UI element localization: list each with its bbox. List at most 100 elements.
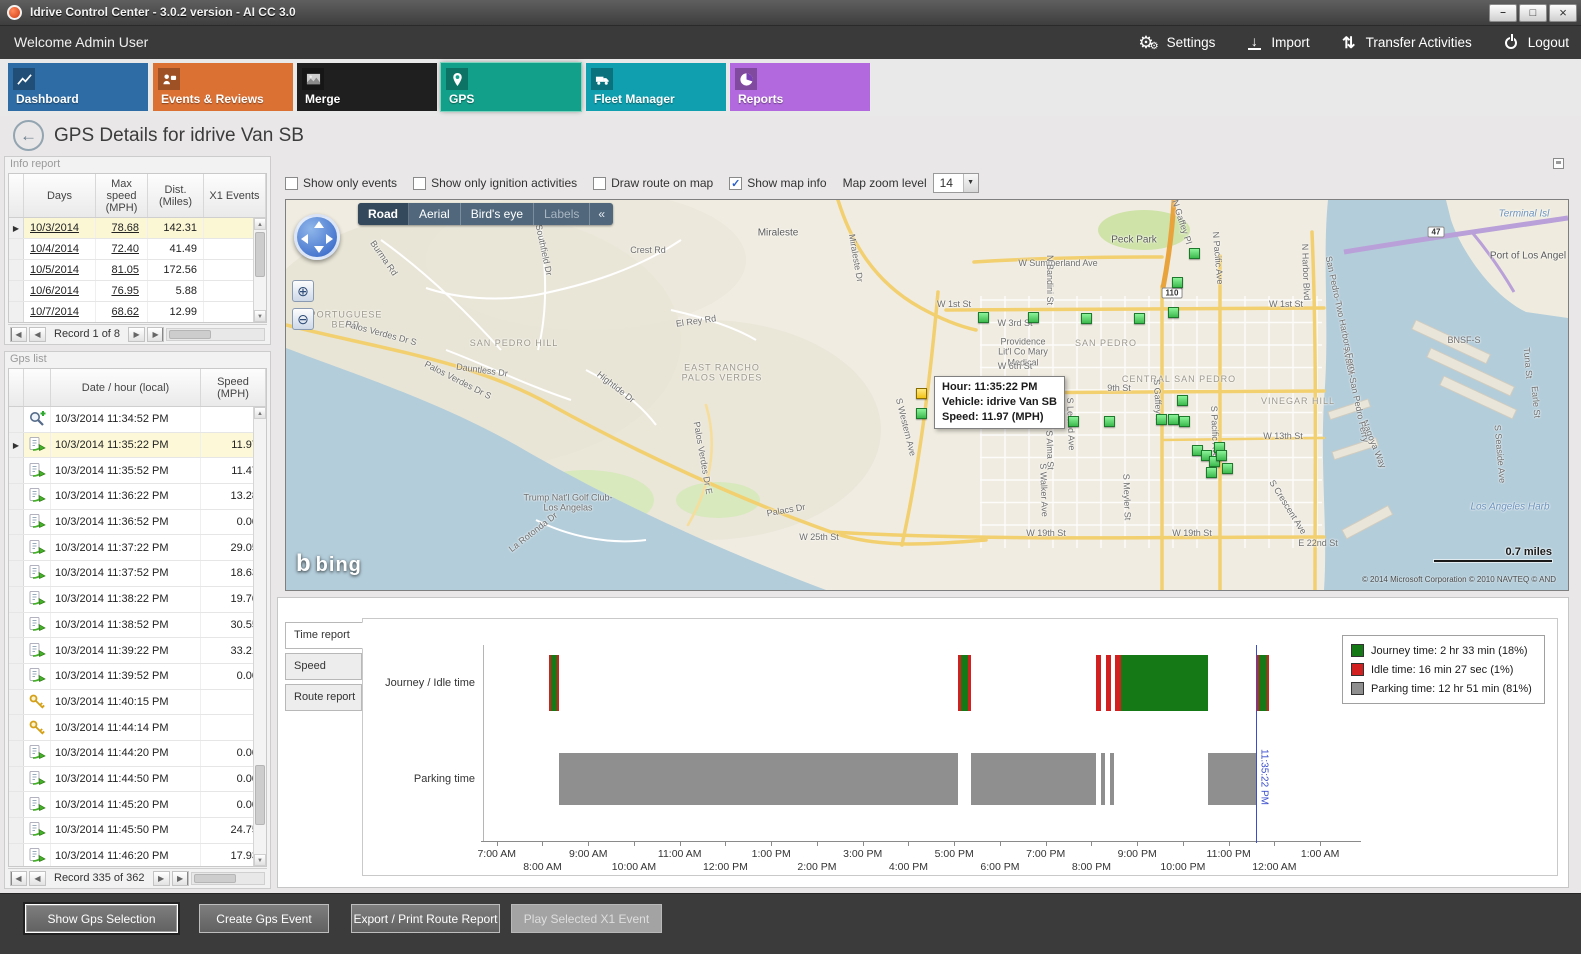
- header-action-settings[interactable]: ⚙⚙Settings: [1138, 34, 1215, 52]
- gps-list-row[interactable]: 10/3/2014 11:45:50 PM24.75: [9, 818, 266, 844]
- info-report-row[interactable]: 10/4/201472.4041.49: [9, 239, 266, 260]
- checkbox-show-only-events[interactable]: Show only events: [285, 176, 397, 190]
- nav-tab-gps[interactable]: GPS: [441, 63, 581, 111]
- gps-marker[interactable]: [1177, 395, 1188, 406]
- header-action-import[interactable]: ↓Import: [1245, 35, 1309, 51]
- scroll-thumb[interactable]: [255, 232, 265, 277]
- gps-list-row[interactable]: 10/3/2014 11:38:22 PM19.70: [9, 587, 266, 613]
- gps-marker[interactable]: [916, 408, 927, 419]
- gps-marker[interactable]: [1222, 463, 1233, 474]
- checkbox-draw-route-on-map[interactable]: Draw route on map: [593, 176, 713, 190]
- max-speed-link[interactable]: 78.68: [96, 218, 148, 238]
- gps-list-row[interactable]: 10/3/2014 11:36:52 PM0.00: [9, 510, 266, 536]
- gps-marker[interactable]: [1189, 248, 1200, 259]
- info-report-row[interactable]: 10/5/201481.05172.56: [9, 260, 266, 281]
- gps-marker[interactable]: [1081, 313, 1092, 324]
- map-style-road[interactable]: Road: [358, 203, 409, 225]
- info-report-row[interactable]: 10/7/201468.6212.99: [9, 302, 266, 323]
- gps-marker[interactable]: [1156, 414, 1167, 425]
- export-print-route-report-button[interactable]: Export / Print Route Report: [351, 904, 500, 933]
- nav-tab-events-reviews[interactable]: Events & Reviews: [153, 63, 293, 111]
- gps-list-row[interactable]: 10/3/2014 11:40:15 PM: [9, 690, 266, 716]
- gps-marker[interactable]: [1206, 467, 1217, 478]
- max-speed-link[interactable]: 76.95: [96, 281, 148, 301]
- maximize-button[interactable]: [1519, 4, 1547, 22]
- scroll-down-icon[interactable]: ▼: [254, 310, 266, 322]
- map-style-aerial[interactable]: Aerial: [409, 203, 461, 225]
- max-speed-link[interactable]: 68.62: [96, 302, 148, 322]
- gps-list-row[interactable]: 10/3/2014 11:45:20 PM0.00: [9, 792, 266, 818]
- pager-last-button[interactable]: ▶: [172, 871, 189, 886]
- gps-list-row[interactable]: 10/3/2014 11:44:14 PM: [9, 715, 266, 741]
- pager-prev-button[interactable]: ◀: [29, 871, 46, 886]
- show-gps-selection-button[interactable]: Show Gps Selection: [25, 904, 178, 933]
- info-report-row[interactable]: ▶10/3/201478.68142.31: [9, 218, 266, 239]
- day-link[interactable]: 10/6/2014: [24, 281, 96, 301]
- gps-marker[interactable]: [1068, 416, 1079, 427]
- pager-next-button[interactable]: ▶: [153, 871, 170, 886]
- close-button[interactable]: [1549, 4, 1577, 22]
- report-tab-speed-graphic[interactable]: Speed graphic: [285, 653, 362, 680]
- gps-list-row[interactable]: 10/3/2014 11:35:52 PM11.47: [9, 458, 266, 484]
- day-link[interactable]: 10/7/2014: [24, 302, 96, 322]
- gps-list-row[interactable]: 10/3/2014 11:34:52 PM: [9, 407, 266, 433]
- pager-first-button[interactable]: ◀: [10, 327, 27, 342]
- report-tab-route-report[interactable]: Route report: [285, 684, 362, 711]
- minimize-button[interactable]: [1489, 4, 1517, 22]
- gps-marker[interactable]: [1134, 313, 1145, 324]
- checkbox-show-map-info[interactable]: ✓Show map info: [729, 176, 826, 190]
- nav-tab-reports[interactable]: Reports: [730, 63, 870, 111]
- days-header[interactable]: Days: [24, 174, 96, 217]
- map-bar-collapse-button[interactable]: «: [590, 207, 613, 221]
- nav-tab-fleet-manager[interactable]: Fleet Manager: [586, 63, 726, 111]
- max-speed-header[interactable]: Max speed (MPH): [96, 174, 148, 217]
- map-compass[interactable]: [294, 214, 340, 260]
- gps-list-row[interactable]: 10/3/2014 11:44:20 PM0.00: [9, 741, 266, 767]
- gps-marker[interactable]: [1104, 416, 1115, 427]
- pager-scrollbar[interactable]: [191, 872, 265, 885]
- gps-marker[interactable]: [1168, 307, 1179, 318]
- gps-list-row[interactable]: 10/3/2014 11:44:50 PM0.00: [9, 767, 266, 793]
- gps-list-row[interactable]: 10/3/2014 11:37:22 PM29.05: [9, 535, 266, 561]
- checkbox-box[interactable]: [285, 177, 298, 190]
- scroll-up-icon[interactable]: ▲: [254, 218, 266, 230]
- map[interactable]: MiralestePeck ParkW Summerland AveCrest …: [285, 199, 1569, 591]
- gps-list-row[interactable]: ▶10/3/2014 11:35:22 PM11.97: [9, 433, 266, 459]
- checkbox-box[interactable]: [593, 177, 606, 190]
- gps-scrollbar[interactable]: ▲▼: [253, 407, 266, 866]
- max-speed-link[interactable]: 81.05: [96, 260, 148, 280]
- header-action-logout[interactable]: Logout: [1502, 35, 1569, 50]
- pager-prev-button[interactable]: ◀: [29, 327, 46, 342]
- gps-marker[interactable]: [1172, 277, 1183, 288]
- map-style-bird-s-eye[interactable]: Bird's eye: [461, 203, 534, 225]
- gps-marker[interactable]: [1028, 312, 1039, 323]
- info-scrollbar[interactable]: ▲▼: [253, 218, 266, 322]
- checkbox-box[interactable]: [413, 177, 426, 190]
- gps-marker[interactable]: [978, 312, 989, 323]
- pager-scrollbar[interactable]: [166, 328, 265, 341]
- scroll-thumb[interactable]: [194, 874, 236, 883]
- scroll-thumb[interactable]: [255, 765, 265, 825]
- report-tab-time-report[interactable]: Time report: [285, 622, 363, 649]
- map-zoom-in-button[interactable]: [292, 280, 314, 302]
- map-style-labels[interactable]: Labels: [534, 203, 590, 225]
- back-button[interactable]: ←: [13, 120, 44, 151]
- create-gps-event-button[interactable]: Create Gps Event: [199, 904, 329, 933]
- distance-header[interactable]: Dist. (Miles): [148, 174, 204, 217]
- speed-header[interactable]: Speed (MPH): [201, 369, 266, 406]
- selected-gps-marker[interactable]: [916, 388, 927, 399]
- map-panel-toggle[interactable]: [1553, 158, 1564, 169]
- gps-list-row[interactable]: 10/3/2014 11:39:22 PM33.21: [9, 638, 266, 664]
- chevron-down-icon[interactable]: ▼: [963, 174, 978, 192]
- scroll-thumb[interactable]: [169, 330, 211, 339]
- pager-next-button[interactable]: ▶: [128, 327, 145, 342]
- checkbox-box[interactable]: ✓: [729, 177, 742, 190]
- gps-marker[interactable]: [1216, 450, 1227, 461]
- gps-list-row[interactable]: 10/3/2014 11:38:52 PM30.55: [9, 613, 266, 639]
- pager-first-button[interactable]: ◀: [10, 871, 27, 886]
- scroll-up-icon[interactable]: ▲: [254, 407, 266, 419]
- checkbox-show-only-ignition-activities[interactable]: Show only ignition activities: [413, 176, 577, 190]
- day-link[interactable]: 10/5/2014: [24, 260, 96, 280]
- gps-marker[interactable]: [1179, 416, 1190, 427]
- info-report-row[interactable]: 10/6/201476.955.88: [9, 281, 266, 302]
